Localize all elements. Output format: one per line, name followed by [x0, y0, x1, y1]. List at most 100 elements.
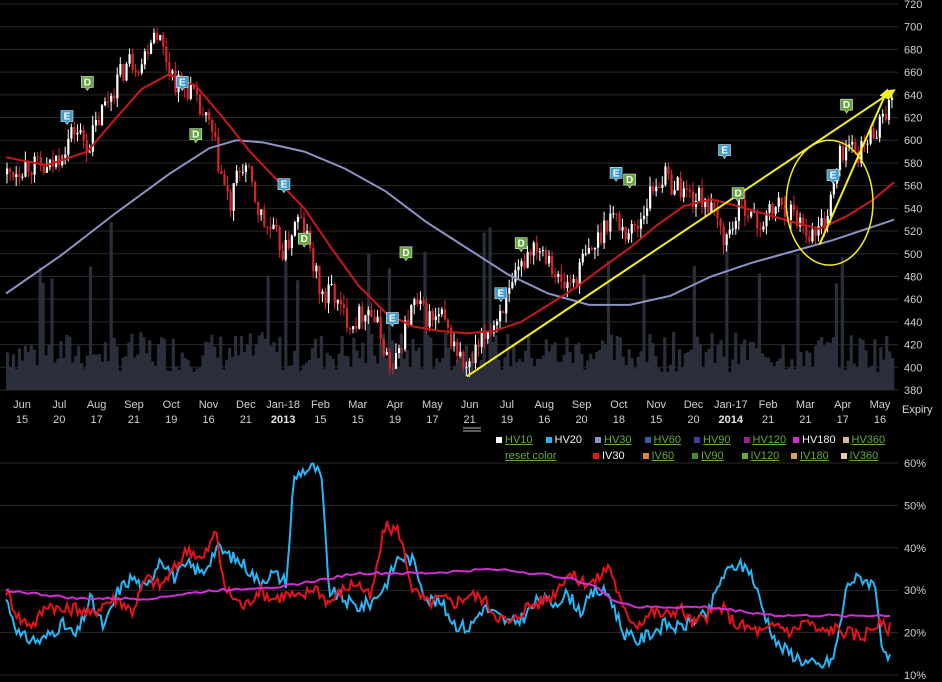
volume-bar: [518, 358, 522, 390]
volume-bar: [858, 338, 862, 390]
event-marker-label: D: [192, 130, 199, 141]
candle-body: [275, 224, 278, 228]
x-axis-month-label: Jul: [500, 399, 514, 411]
x-axis-month-label: Jun: [461, 399, 479, 411]
volume-bar: [53, 362, 57, 390]
volume-bar: [583, 369, 587, 390]
legend-item-hv20[interactable]: HV20: [545, 434, 582, 446]
volume-bar: [376, 363, 380, 390]
candle-body: [107, 101, 110, 103]
legend-item-iv180[interactable]: IV180: [791, 450, 829, 462]
volume-bar: [290, 365, 294, 390]
candle-body: [6, 168, 9, 175]
legend-item-hv10[interactable]: HV10: [496, 434, 533, 446]
volume-bar: [497, 359, 501, 390]
candle-body: [544, 249, 548, 264]
candle-body: [220, 170, 223, 174]
candle-body: [152, 32, 156, 43]
volume-bar: [550, 345, 554, 390]
candle-body: [348, 327, 352, 330]
volume-bar: [769, 362, 773, 390]
candle-body: [698, 188, 701, 201]
x-axis-day-label: 21: [799, 414, 811, 426]
candle-body: [541, 249, 545, 252]
volume-bar: [592, 359, 596, 390]
volume-bar: [645, 362, 649, 390]
legend-item-iv60[interactable]: IV60: [642, 450, 675, 462]
legend-item-iv360[interactable]: IV360: [840, 450, 879, 462]
volume-bar: [429, 337, 433, 390]
volume-bar: [133, 357, 137, 390]
candle-body: [569, 282, 572, 284]
candle-body: [477, 344, 480, 348]
volume-bar: [491, 341, 495, 390]
legend-item-hv180[interactable]: HV180: [793, 434, 836, 446]
volume-bar: [672, 332, 676, 390]
volume-bar: [500, 369, 504, 390]
x-axis-month-label: Apr: [386, 399, 403, 411]
legend-item-hv360[interactable]: HV360: [842, 434, 885, 446]
legend-item-hv60[interactable]: HV60: [644, 434, 681, 446]
volume-bar: [701, 366, 705, 390]
legend-swatch: [644, 437, 651, 443]
legend-item-iv120[interactable]: IV120: [741, 450, 779, 462]
candle-body: [502, 311, 505, 314]
volume-bar: [168, 371, 172, 390]
event-marker-label: D: [734, 189, 741, 200]
volume-bar: [450, 369, 454, 390]
candle-body: [832, 183, 835, 195]
x-axis-month-label: Nov: [646, 399, 666, 411]
volume-bar: [781, 344, 785, 390]
legend-item-hv90[interactable]: HV90: [694, 434, 731, 446]
legend-item-iv90[interactable]: IV90: [692, 450, 724, 462]
volume-bar: [352, 337, 356, 390]
volume-bar: [432, 368, 436, 390]
volume-bar: [130, 333, 134, 390]
legend-swatch: [496, 437, 502, 443]
volume-bar: [828, 343, 833, 390]
volume-bar: [526, 334, 531, 390]
candle-body: [342, 304, 346, 308]
legend-item-iv30[interactable]: IV30: [593, 450, 625, 462]
candle-body: [382, 338, 385, 355]
legend-item-hv120[interactable]: HV120: [743, 434, 786, 446]
candle-body: [428, 311, 431, 327]
event-marker-label: D: [843, 100, 850, 111]
volume-bar: [627, 349, 631, 390]
volume-bar: [852, 363, 856, 390]
candle-body: [520, 260, 523, 267]
candle-body: [324, 291, 327, 304]
legend-label: IV360: [849, 450, 879, 462]
candle-body: [667, 166, 670, 175]
volume-bar: [666, 371, 670, 390]
volume-bar: [399, 333, 403, 390]
x-axis-month-label: May: [422, 399, 443, 411]
candle-body: [664, 166, 667, 185]
volume-bar: [589, 353, 593, 390]
volume-bar: [716, 345, 720, 390]
candle-body: [379, 316, 382, 339]
volume-bar: [266, 275, 270, 390]
volume-bar: [609, 334, 614, 390]
candle-body: [572, 279, 575, 283]
volume-bar: [618, 337, 622, 390]
volume-bar: [334, 369, 338, 390]
volume-bar: [331, 358, 335, 390]
volume-bar: [41, 282, 45, 390]
candle-body: [673, 190, 676, 195]
volume-bar: [532, 366, 537, 390]
legend-item-hv30[interactable]: HV30: [595, 434, 632, 446]
price-y-tick: 520: [904, 226, 922, 238]
candle-body: [609, 213, 612, 232]
legend-swatch: [791, 453, 797, 459]
volume-bar: [787, 368, 791, 390]
volume-bar: [615, 335, 619, 390]
legend-label: IV60: [651, 450, 675, 462]
volume-bar: [885, 335, 889, 390]
volume-bar: [411, 338, 415, 390]
volume-bar: [867, 368, 871, 390]
volume-bar: [503, 357, 507, 390]
volume-bar: [296, 280, 300, 390]
reset-color-link[interactable]: reset color: [505, 450, 556, 462]
x-axis-day-label: 19: [389, 414, 401, 426]
